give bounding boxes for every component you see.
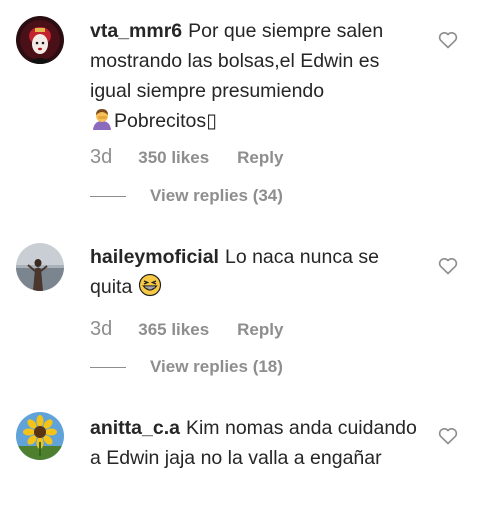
heart-outline-icon[interactable]	[438, 31, 460, 51]
comment-text-tail: Pobrecitos▯	[114, 110, 217, 132]
comment-age: 3d	[90, 318, 113, 340]
comment-body: haileymoficial Lo naca nunca se quita	[90, 242, 420, 306]
beach-avatar-image	[16, 243, 64, 291]
view-replies-button[interactable]: View replies (34)	[90, 186, 283, 206]
divider-line	[90, 366, 126, 368]
heart-outline-icon[interactable]	[438, 427, 460, 447]
comment-username[interactable]: vta_mmr6	[90, 20, 182, 42]
person-facepalming-emoji	[90, 107, 114, 140]
grinning-squinting-face-emoji	[138, 273, 162, 306]
comment-meta: 3d 365 likes Reply	[90, 318, 283, 341]
comment-body: anitta_c.a Kim nomas anda cuidando a Edwi…	[90, 413, 420, 473]
queen-avatar-image	[16, 16, 64, 64]
view-replies-button[interactable]: View replies (18)	[90, 357, 283, 377]
divider-line	[90, 195, 126, 197]
reply-button[interactable]: Reply	[237, 320, 283, 340]
comment-username[interactable]: haileymoficial	[90, 246, 219, 268]
likes-count[interactable]: 350 likes	[138, 148, 209, 168]
avatar[interactable]	[16, 243, 64, 291]
comment-meta: 3d 350 likes Reply	[90, 146, 283, 169]
view-replies-label: View replies (34)	[150, 186, 283, 205]
comment-username[interactable]: anitta_c.a	[90, 417, 180, 439]
comment-body: vta_mmr6 Por que siempre salen mostrando …	[90, 16, 420, 140]
heart-outline-icon[interactable]	[438, 257, 460, 277]
reply-button[interactable]: Reply	[237, 148, 283, 168]
view-replies-label: View replies (18)	[150, 357, 283, 376]
likes-count[interactable]: 365 likes	[138, 320, 209, 340]
avatar[interactable]	[16, 16, 64, 64]
comment-age: 3d	[90, 146, 113, 168]
sunflower-avatar-image	[16, 412, 64, 460]
avatar[interactable]	[16, 412, 64, 460]
